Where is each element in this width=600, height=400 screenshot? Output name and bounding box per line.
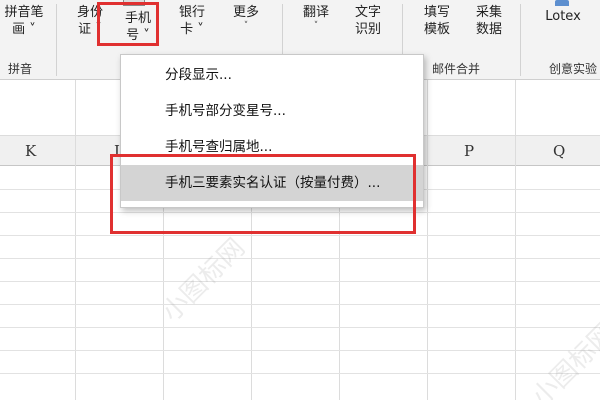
row-gridline — [0, 350, 600, 351]
column-gridline — [427, 80, 428, 400]
row-gridline — [0, 281, 600, 282]
highlight-box-phone-button — [97, 2, 159, 46]
ribbon-separator — [56, 4, 57, 76]
chevron-down-icon: ˅ — [313, 21, 319, 31]
group-label-mail-merge: 邮件合并 — [432, 62, 481, 76]
translate-button[interactable]: 翻译 ˅ — [296, 4, 336, 31]
column-gridline — [75, 80, 76, 400]
fill-template-label-top: 填写 — [423, 5, 450, 20]
more-button[interactable]: 更多 ˅ — [226, 4, 266, 31]
menu-item-segment-display[interactable]: 分段显示... — [121, 57, 423, 93]
column-header-k[interactable]: K — [25, 142, 36, 160]
pinyin-stroke-label-bottom: 画 ˅ — [12, 22, 36, 37]
lotex-button[interactable]: Lotex — [535, 8, 591, 25]
group-label-pinyin: 拼音 — [8, 62, 33, 76]
pinyin-stroke-button[interactable]: 拼音笔 画 ˅ — [0, 4, 48, 38]
column-gridline — [515, 80, 516, 400]
column-header-q[interactable]: Q — [553, 142, 565, 160]
collect-data-button[interactable]: 采集 数据 — [468, 4, 510, 38]
bank-card-label-top: 银行 — [178, 5, 205, 20]
text-recognition-button[interactable]: 文字 识别 — [346, 4, 390, 38]
row-gridline — [0, 258, 600, 259]
chevron-down-icon: ˅ — [243, 21, 249, 31]
row-gridline — [0, 373, 600, 374]
ribbon-separator — [520, 4, 521, 76]
highlight-box-menu-item — [110, 154, 416, 234]
bank-card-label-bottom: 卡 ˅ — [180, 22, 204, 37]
fill-template-label-bottom: 模板 — [423, 22, 450, 37]
lotex-label: Lotex — [545, 9, 581, 24]
menu-item-mask-phone-number[interactable]: 手机号部分变星号... — [121, 93, 423, 129]
fill-template-button[interactable]: 填写 模板 — [416, 4, 458, 38]
group-label-creative-lab: 创意实验 — [549, 62, 598, 76]
translate-label: 翻译 — [302, 5, 329, 20]
collect-data-label-bottom: 数据 — [475, 22, 502, 37]
bank-card-button[interactable]: 银行 卡 ˅ — [172, 4, 212, 38]
row-gridline — [0, 304, 600, 305]
row-gridline — [0, 235, 600, 236]
row-gridline — [0, 327, 600, 328]
pinyin-stroke-label-top: 拼音笔 — [4, 5, 44, 20]
column-header-p[interactable]: P — [464, 142, 474, 160]
text-recognition-label-bottom: 识别 — [354, 22, 381, 37]
text-recognition-label-top: 文字 — [354, 5, 381, 20]
more-label: 更多 — [232, 5, 259, 20]
lotex-icon — [555, 0, 569, 6]
collect-data-label-top: 采集 — [475, 5, 502, 20]
